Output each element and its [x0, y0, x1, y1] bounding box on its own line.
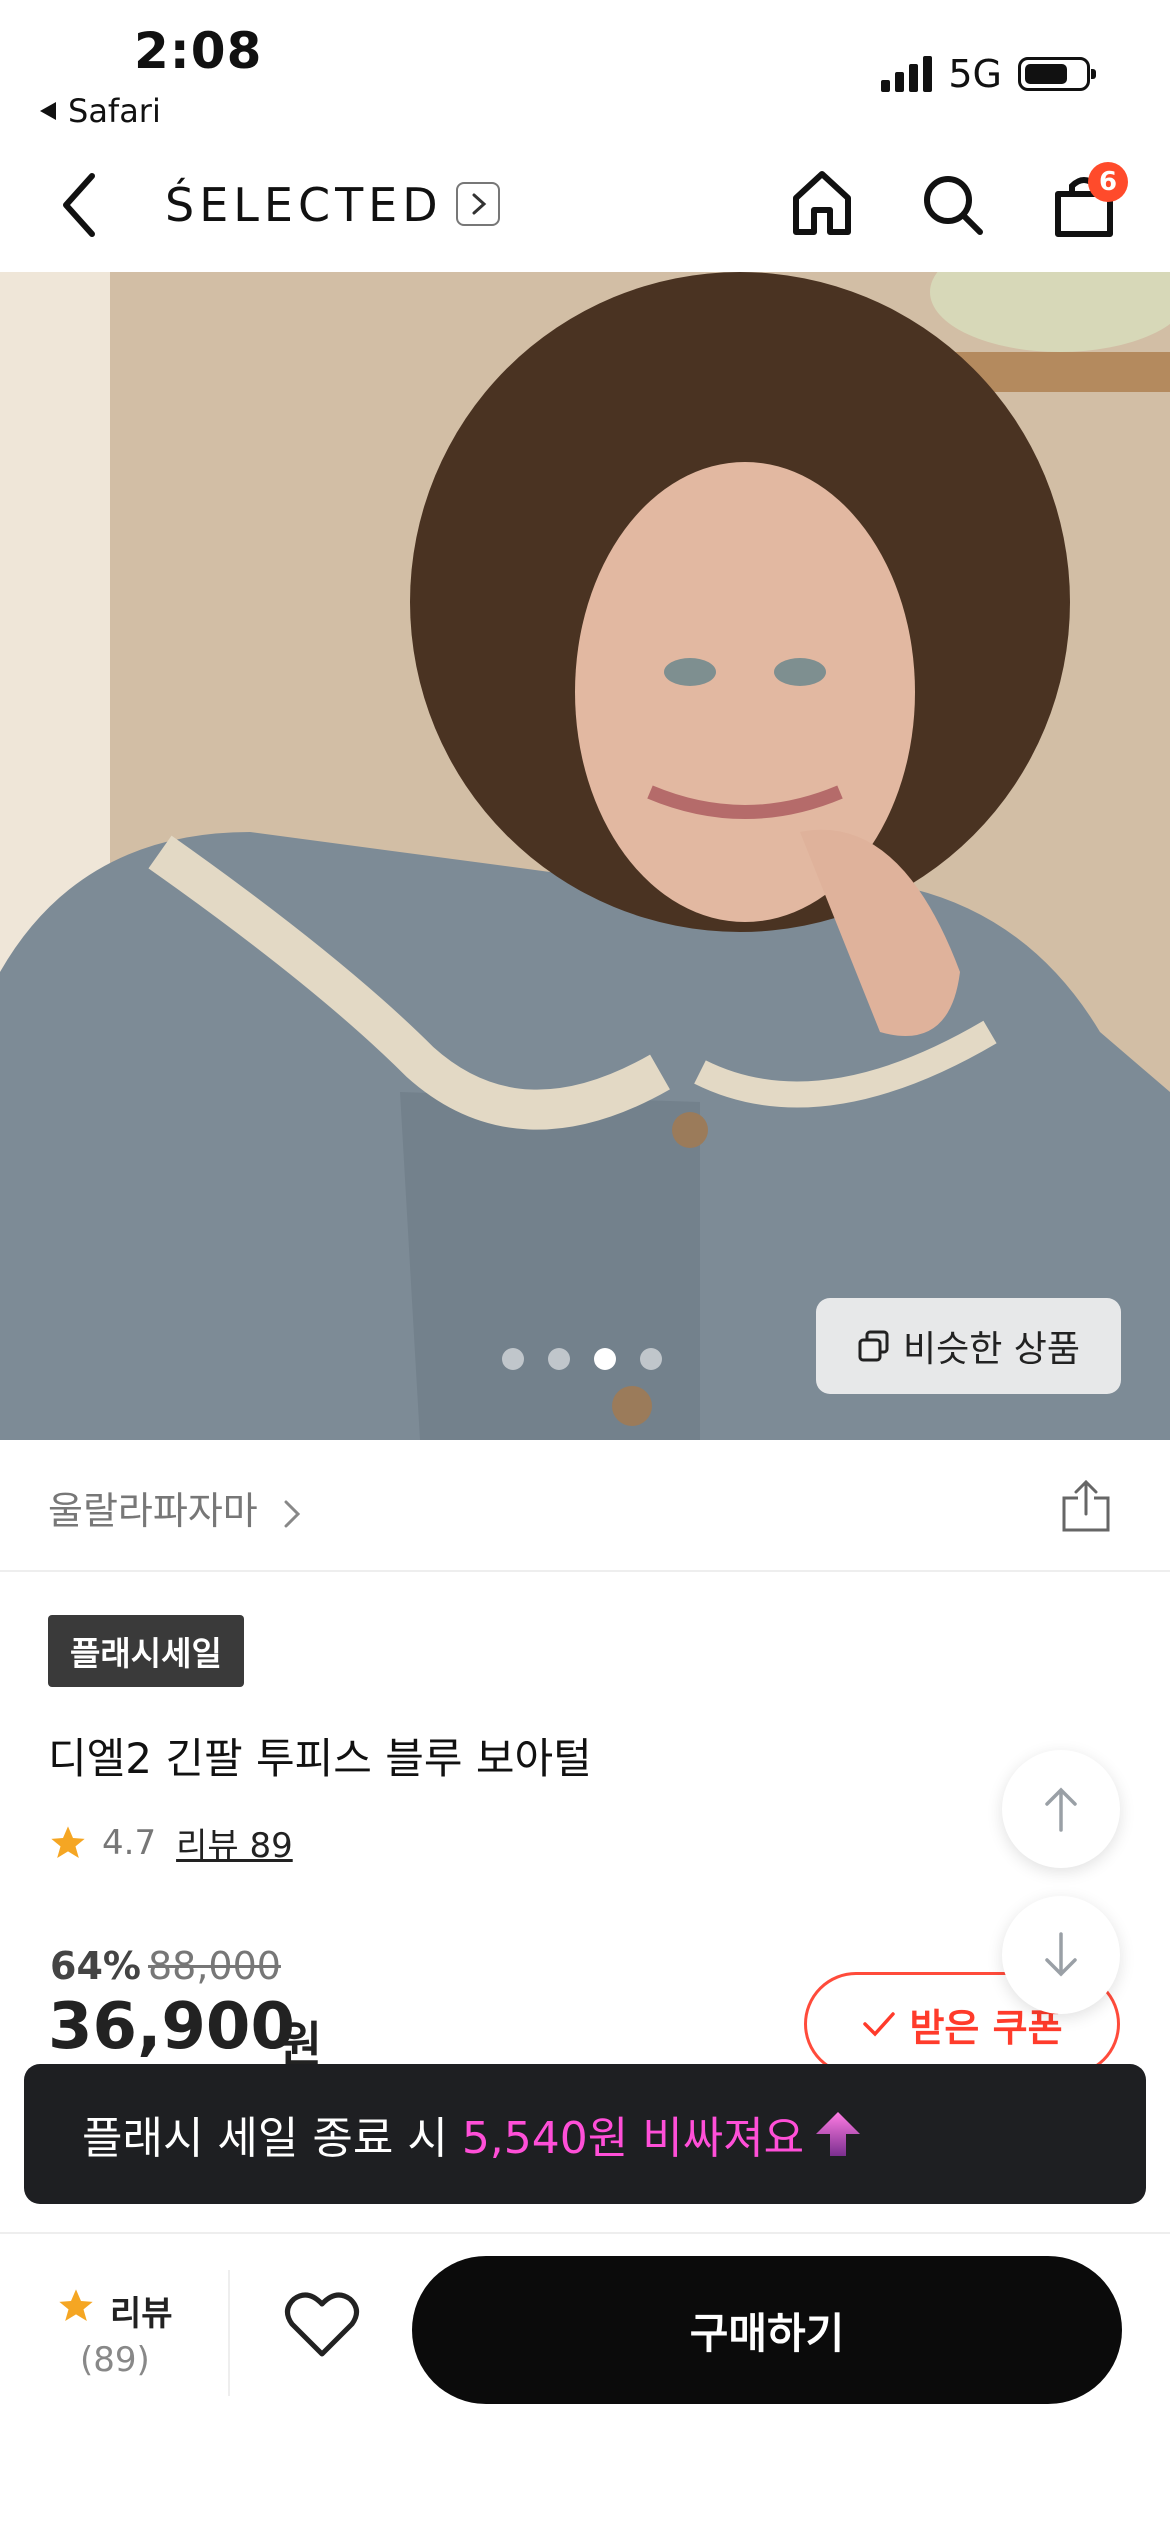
- brand-link-icon[interactable]: [456, 182, 500, 226]
- product-title: 디엘2 긴팔 투피스 블루 보아털: [48, 1734, 592, 1783]
- seller-brand-link[interactable]: 울랄라파자마: [48, 1480, 304, 1535]
- home-icon: [793, 171, 851, 235]
- seller-brand-name: 울랄라파자마: [48, 1489, 258, 1533]
- arrow-down-icon: [1045, 1932, 1077, 1977]
- page-dot[interactable]: [548, 1348, 570, 1370]
- scroll-up-button[interactable]: [1002, 1750, 1120, 1868]
- buy-button[interactable]: 구매하기: [412, 2256, 1122, 2404]
- similar-products-button[interactable]: 비슷한 상품: [816, 1298, 1121, 1394]
- product-rating: 4.7 리뷰 89: [48, 1818, 293, 1867]
- heart-icon: [285, 2292, 359, 2357]
- rating-value: 4.7: [102, 1822, 157, 1863]
- discount-percent: 64%: [50, 1944, 141, 1988]
- toast-text: 플래시 세일 종료 시: [82, 2113, 448, 2164]
- back-triangle-icon: [40, 102, 56, 120]
- wishlist-button[interactable]: [284, 2290, 360, 2364]
- battery-icon: [1018, 57, 1096, 91]
- flash-sale-tag: 플래시세일: [48, 1615, 244, 1687]
- scroll-down-button[interactable]: [1002, 1896, 1120, 2014]
- share-button[interactable]: [1058, 1478, 1114, 1538]
- page-dot-active[interactable]: [594, 1348, 616, 1370]
- bottom-divider: [228, 2270, 230, 2396]
- star-icon: [51, 1825, 85, 1858]
- back-app-label: Safari: [68, 92, 161, 130]
- product-photo-placeholder: [0, 272, 1170, 1440]
- status-time: 2:08: [134, 22, 263, 80]
- chevron-left-icon: [63, 173, 95, 237]
- product-image[interactable]: [0, 272, 1170, 1440]
- signal-icon: [881, 56, 933, 92]
- network-label: 5G: [948, 52, 1002, 96]
- chevron-right-icon: [284, 1500, 300, 1527]
- copy-squares-icon: [858, 1330, 889, 1362]
- flash-sale-toast: 플래시 세일 종료 시 5,540원 비싸져요: [24, 2064, 1146, 2204]
- sale-price: 36,900: [48, 1990, 295, 2064]
- search-icon: [924, 176, 983, 235]
- similar-products-label: 비슷한 상품: [902, 1329, 1081, 1370]
- back-to-app[interactable]: Safari: [38, 92, 161, 130]
- original-price: 88,000: [148, 1944, 281, 1988]
- arrow-up-gradient-icon: [816, 2112, 861, 2156]
- cart-count-badge: 6: [1088, 162, 1128, 202]
- page-dot[interactable]: [502, 1348, 524, 1370]
- page-dot[interactable]: [640, 1348, 662, 1370]
- back-button[interactable]: [56, 170, 100, 244]
- status-indicators: 5G: [881, 52, 1096, 96]
- toast-highlight: 5,540원 비싸져요: [461, 2113, 805, 2164]
- bottom-review-label[interactable]: 리뷰: [110, 2286, 173, 2335]
- bottom-star-icon: [56, 2286, 96, 2330]
- review-link[interactable]: 리뷰 89: [176, 1818, 293, 1867]
- image-pagination: [502, 1348, 662, 1370]
- share-icon: [1062, 1479, 1110, 1532]
- store-brand[interactable]: ŚELECTED: [165, 178, 443, 232]
- bottom-review-count[interactable]: (89): [80, 2340, 150, 2380]
- search-button[interactable]: [920, 172, 986, 242]
- home-button[interactable]: [790, 168, 854, 242]
- arrow-up-icon: [1045, 1787, 1077, 1832]
- check-icon: [863, 2012, 896, 2037]
